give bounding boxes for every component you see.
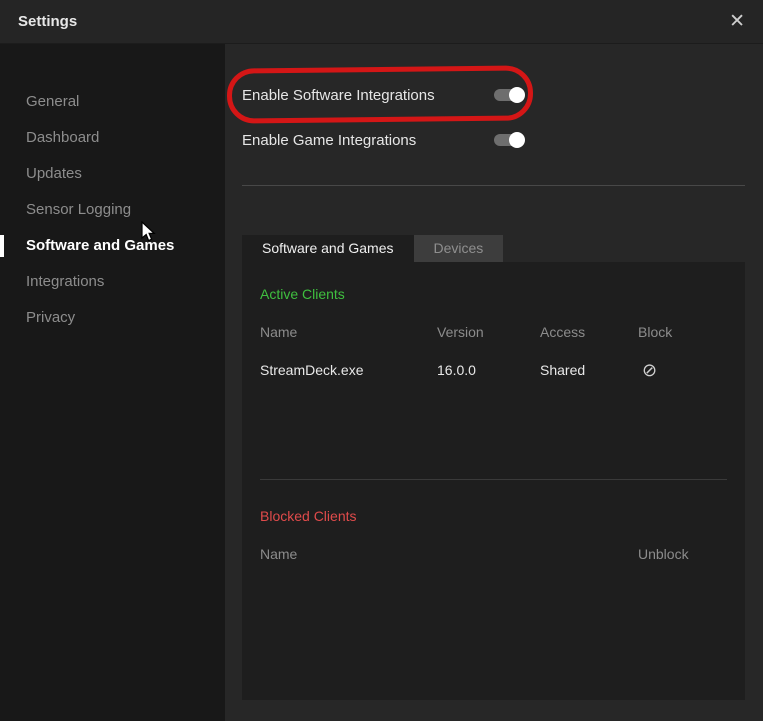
toggle-knob (509, 87, 525, 103)
tab-bar: Software and Games Devices (242, 235, 763, 262)
tab-devices[interactable]: Devices (414, 235, 504, 262)
sidebar-item-general[interactable]: General (0, 84, 225, 120)
block-icon[interactable]: ⊘ (638, 361, 727, 379)
blocked-clients-title: Blocked Clients (260, 480, 727, 524)
toggle-knob (509, 132, 525, 148)
column-name: Name (260, 324, 437, 340)
main-content: Enable Software Integrations Enable Game… (225, 44, 763, 721)
titlebar: Settings ✕ (0, 0, 763, 44)
software-integrations-row: Enable Software Integrations (242, 75, 530, 115)
section-divider (242, 185, 745, 186)
column-name: Name (260, 546, 437, 562)
tab-software-and-games[interactable]: Software and Games (242, 235, 414, 262)
table-row: StreamDeck.exe 16.0.0 Shared ⊘ (260, 361, 727, 379)
sidebar-item-updates[interactable]: Updates (0, 156, 225, 192)
software-integrations-label: Enable Software Integrations (242, 87, 435, 104)
client-name-cell: StreamDeck.exe (260, 362, 437, 378)
sidebar-item-dashboard[interactable]: Dashboard (0, 120, 225, 156)
clients-panel: Active Clients Name Version Access Block… (242, 262, 745, 700)
game-integrations-row: Enable Game Integrations (242, 120, 530, 160)
body: General Dashboard Updates Sensor Logging… (0, 44, 763, 721)
sidebar-item-software-and-games[interactable]: Software and Games (0, 228, 225, 264)
sidebar-item-privacy[interactable]: Privacy (0, 300, 225, 336)
game-integrations-toggle[interactable] (494, 134, 524, 146)
active-clients-title: Active Clients (260, 262, 727, 302)
column-block: Block (638, 324, 727, 340)
column-version: Version (437, 324, 540, 340)
active-clients-header: Name Version Access Block (260, 324, 727, 340)
sidebar-item-integrations[interactable]: Integrations (0, 264, 225, 300)
blocked-clients-header: Name Unblock (260, 546, 727, 562)
window-title: Settings (18, 13, 77, 30)
sidebar-item-sensor-logging[interactable]: Sensor Logging (0, 192, 225, 228)
close-icon[interactable]: ✕ (729, 12, 745, 31)
column-unblock: Unblock (638, 546, 727, 562)
settings-window: Settings ✕ General Dashboard Updates Sen… (0, 0, 763, 721)
column-access: Access (540, 324, 638, 340)
sidebar: General Dashboard Updates Sensor Logging… (0, 44, 225, 721)
game-integrations-label: Enable Game Integrations (242, 132, 416, 149)
software-integrations-toggle[interactable] (494, 89, 524, 101)
client-version-cell: 16.0.0 (437, 362, 540, 378)
client-access-cell: Shared (540, 362, 638, 378)
